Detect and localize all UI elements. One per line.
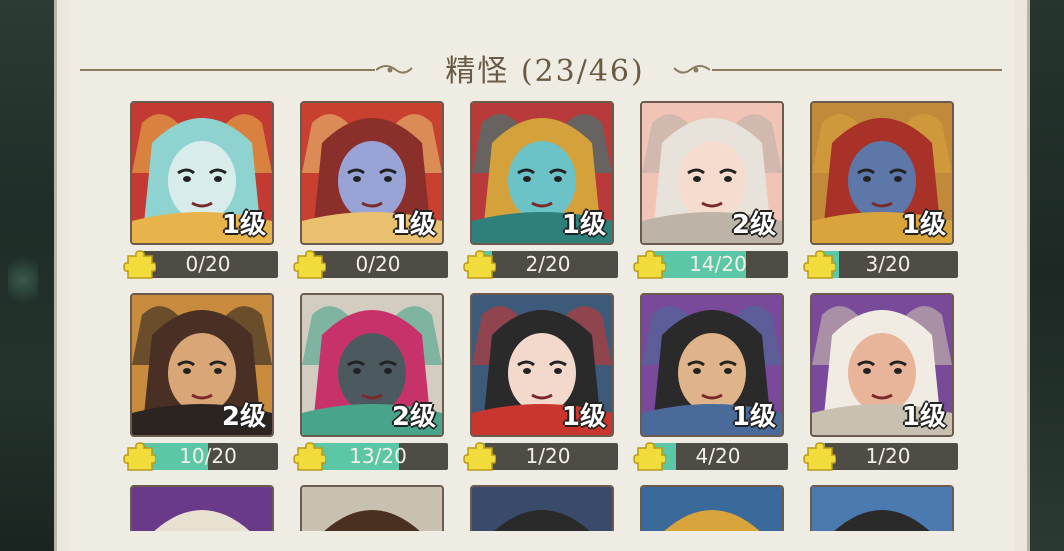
creature-card[interactable]: 2级 10/20	[123, 293, 280, 475]
shard-progress-text: 1/20	[865, 444, 911, 468]
shard-progress-bar: 4/20	[648, 443, 788, 470]
puzzle-piece-icon	[123, 250, 156, 279]
puzzle-piece-icon	[293, 442, 326, 471]
creature-portrait[interactable]: 1级	[470, 293, 614, 437]
creature-portrait[interactable]: 1级	[810, 101, 954, 245]
shard-progress-bar: 14/20	[648, 251, 788, 278]
puzzle-piece-icon	[633, 250, 666, 279]
shard-progress-text: 14/20	[689, 252, 747, 276]
level-label: 2级	[731, 210, 776, 240]
creature-card[interactable]: 1级 0/20	[123, 101, 280, 283]
shard-progress-bar: 2/20	[478, 251, 618, 278]
background-right	[1030, 0, 1064, 551]
shard-progress-text: 13/20	[349, 444, 407, 468]
creature-portrait[interactable]: 2级	[640, 101, 784, 245]
puzzle-piece-icon	[463, 250, 496, 279]
level-label: 1级	[901, 402, 946, 432]
level-label: 2级	[221, 402, 266, 432]
level-label: 1级	[561, 210, 606, 240]
creature-card[interactable]: 2级 13/20	[293, 293, 450, 475]
level-label: 1级	[391, 210, 436, 240]
creature-card-partial[interactable]	[130, 485, 274, 531]
creature-portrait[interactable]: 1级	[300, 101, 444, 245]
shard-progress-text: 0/20	[185, 252, 231, 276]
shard-progress-bar: 0/20	[138, 251, 278, 278]
creature-card[interactable]: 1级 3/20	[803, 101, 960, 283]
shard-progress-text: 3/20	[865, 252, 911, 276]
background-left	[0, 0, 54, 551]
creature-card[interactable]: 1级 2/20	[463, 101, 620, 283]
shard-progress-bar: 1/20	[818, 443, 958, 470]
creature-card-partial[interactable]	[810, 485, 954, 531]
section-header: 精怪 (23/46)	[80, 40, 1002, 92]
header-divider-right	[712, 69, 1002, 71]
shard-progress-bar: 3/20	[818, 251, 958, 278]
level-label: 1级	[901, 210, 946, 240]
puzzle-piece-icon	[633, 442, 666, 471]
creature-card-partial[interactable]	[470, 485, 614, 531]
creature-portrait[interactable]: 2级	[300, 293, 444, 437]
section-title: 精怪 (23/46)	[445, 54, 645, 89]
shard-progress-bar: 10/20	[138, 443, 278, 470]
shard-progress-text: 1/20	[525, 444, 571, 468]
shard-progress-text: 0/20	[355, 252, 401, 276]
puzzle-piece-icon	[293, 250, 326, 279]
puzzle-piece-icon	[803, 250, 836, 279]
creature-card-partial[interactable]	[300, 485, 444, 531]
creature-card[interactable]: 1级 1/20	[463, 293, 620, 475]
level-label: 1级	[221, 210, 266, 240]
level-label: 2级	[391, 402, 436, 432]
creature-card[interactable]: 2级 14/20	[633, 101, 790, 283]
creature-portrait[interactable]: 2级	[130, 293, 274, 437]
creature-portrait[interactable]: 1级	[640, 293, 784, 437]
creature-card-partial[interactable]	[640, 485, 784, 531]
puzzle-piece-icon	[803, 442, 836, 471]
puzzle-piece-icon	[123, 442, 156, 471]
shard-progress-bar: 0/20	[308, 251, 448, 278]
level-label: 1级	[561, 402, 606, 432]
shard-progress-text: 4/20	[695, 444, 741, 468]
header-ornament-right-icon	[673, 65, 710, 74]
creature-card[interactable]: 1级 1/20	[803, 293, 960, 475]
shard-progress-bar: 13/20	[308, 443, 448, 470]
level-label: 1级	[731, 402, 776, 432]
puzzle-piece-icon	[463, 442, 496, 471]
shard-progress-text: 10/20	[179, 444, 237, 468]
creature-card[interactable]: 1级 0/20	[293, 101, 450, 283]
creature-portrait[interactable]: 1级	[470, 101, 614, 245]
shard-progress-bar: 1/20	[478, 443, 618, 470]
creature-portrait[interactable]: 1级	[130, 101, 274, 245]
header-ornament-left-icon	[376, 65, 413, 74]
creature-card[interactable]: 1级 4/20	[633, 293, 790, 475]
header-divider-left	[80, 69, 375, 71]
creature-portrait[interactable]: 1级	[810, 293, 954, 437]
shard-progress-text: 2/20	[525, 252, 571, 276]
